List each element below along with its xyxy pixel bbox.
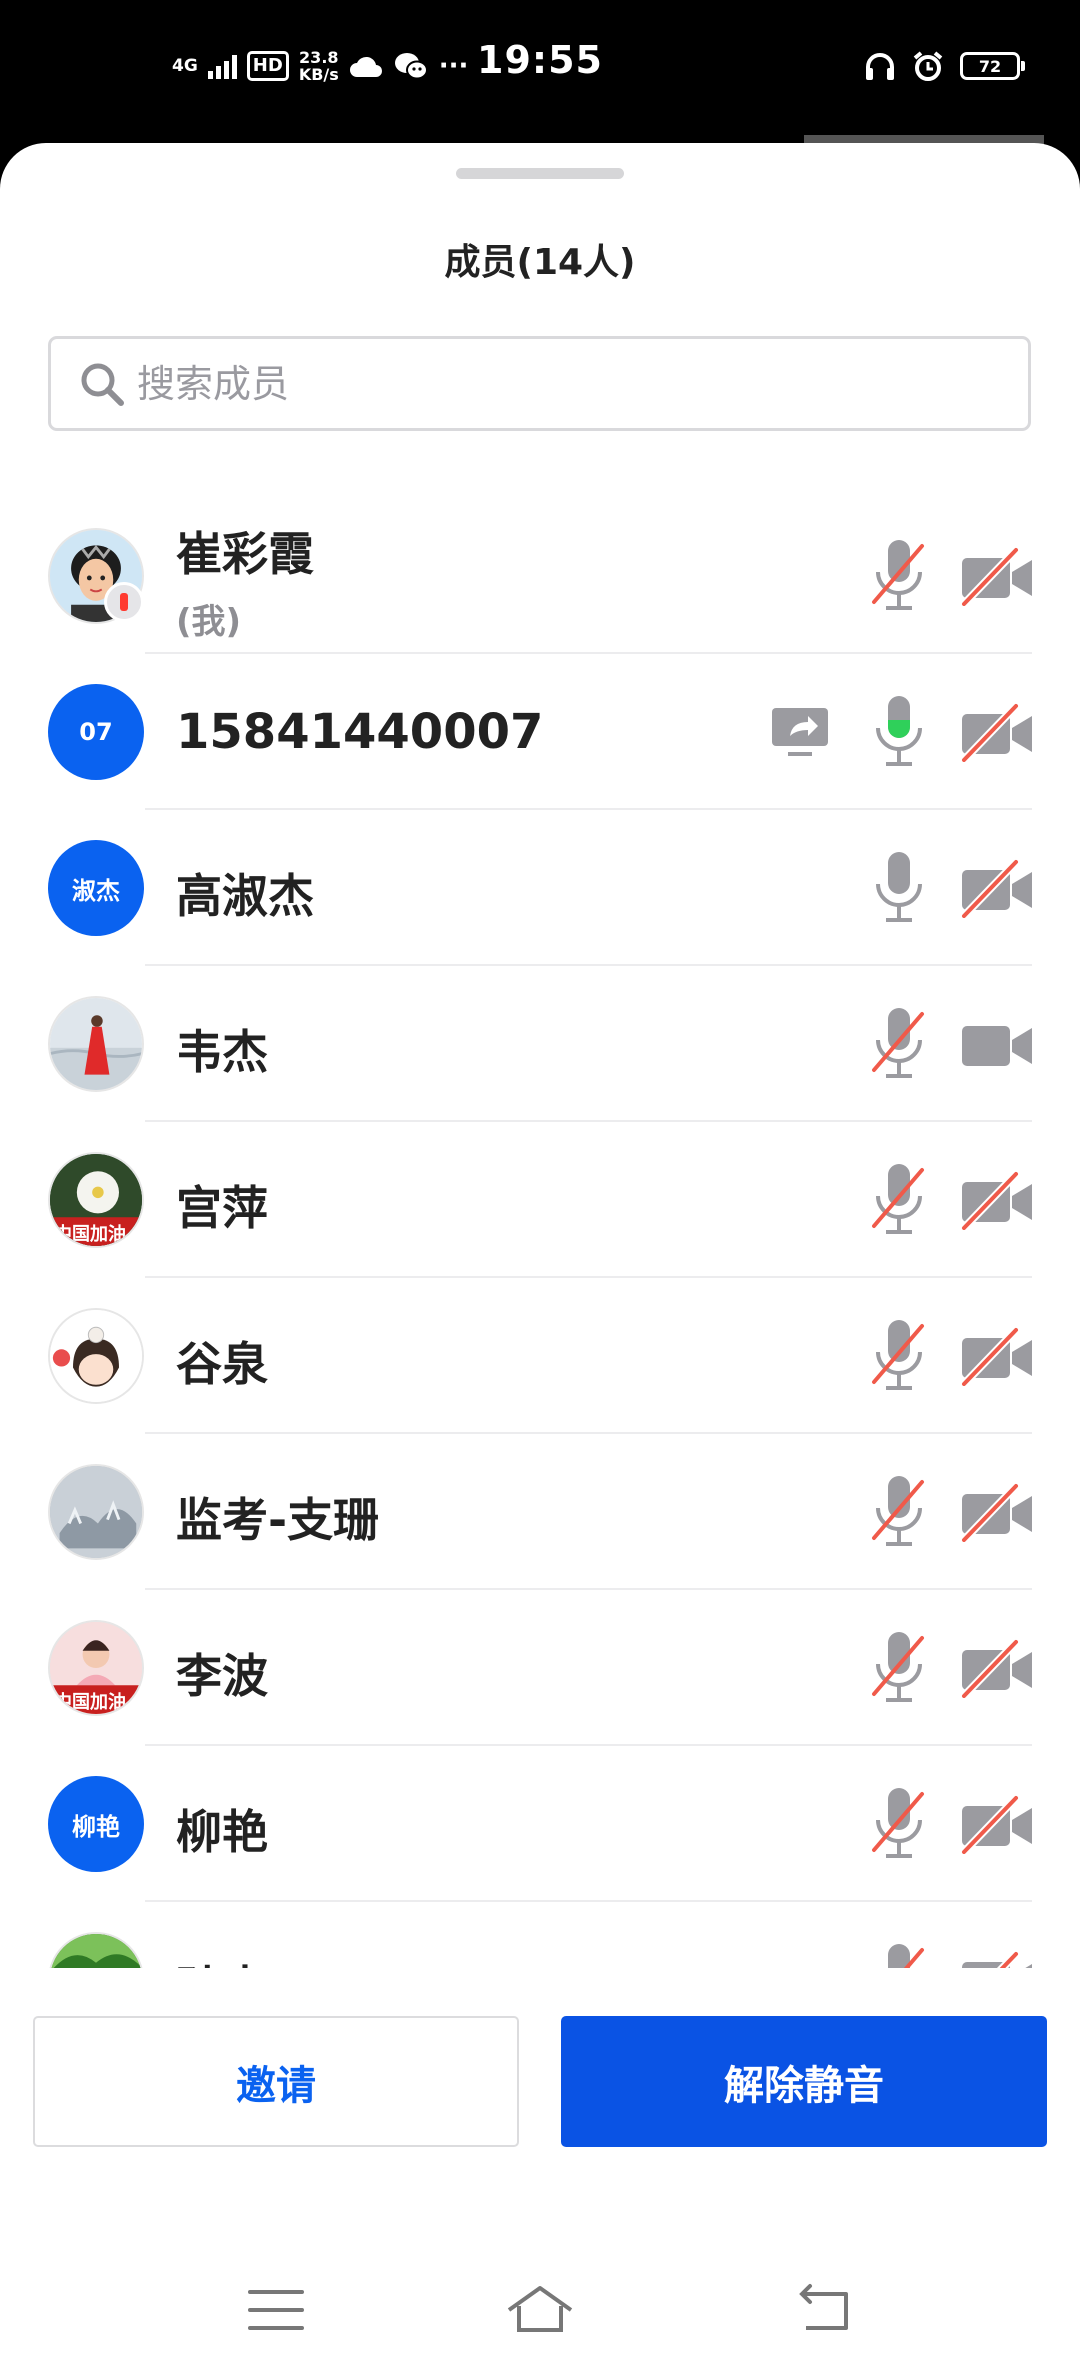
back-icon[interactable] (792, 2280, 862, 2340)
status-bar: 4G HD 23.8 KB/s ··· 19:55 72 (0, 0, 1080, 135)
camera-off-icon[interactable] (960, 858, 1034, 918)
status-right: 72 (864, 44, 1025, 88)
member-name: 15841440007 (176, 704, 544, 760)
screen-share-icon[interactable] (770, 706, 830, 760)
member-self-tag: (我) (176, 602, 242, 642)
mic-muted-icon[interactable] (870, 1160, 928, 1240)
member-row[interactable]: 柳艳 柳艳 (0, 1746, 1080, 1902)
camera-off-icon[interactable] (960, 702, 1034, 762)
mic-active-icon[interactable] (870, 692, 928, 772)
member-row[interactable]: 淑杰 高淑杰 (0, 810, 1080, 966)
search-input[interactable] (137, 361, 1028, 406)
member-row[interactable]: 监考-支珊 (0, 1434, 1080, 1590)
avatar-nature-image (50, 1934, 142, 1968)
mic-icon[interactable] (870, 848, 928, 928)
menu-icon[interactable] (244, 2280, 314, 2340)
mic-muted-icon[interactable] (870, 1472, 928, 1552)
member-name: 崔彩霞 (176, 527, 314, 581)
mic-muted-icon[interactable] (870, 1784, 928, 1864)
member-name: 韦杰 (176, 1025, 268, 1079)
avatar (48, 1464, 144, 1560)
headphones-icon (866, 53, 894, 80)
camera-on-icon[interactable] (960, 1014, 1034, 1074)
member-row[interactable]: 07 15841440007 (0, 654, 1080, 810)
member-name: 李波 (176, 1649, 268, 1703)
camera-off-icon[interactable] (960, 1326, 1034, 1386)
avatar-landscape-image (50, 1466, 142, 1558)
system-nav-bar (0, 2250, 1080, 2376)
mic-muted-icon[interactable] (870, 1004, 928, 1084)
camera-off-icon[interactable] (960, 1950, 1034, 1968)
avatar: 柳艳 (48, 1776, 144, 1872)
camera-off-icon[interactable] (960, 1170, 1034, 1230)
member-name: 谷泉 (176, 1337, 268, 1391)
avatar (48, 1932, 144, 1968)
member-row[interactable]: 韦杰 (0, 966, 1080, 1122)
drag-handle[interactable] (456, 168, 624, 179)
member-name: 监考-支珊 (176, 1493, 380, 1547)
avatar-cartoon-image (50, 1310, 142, 1402)
camera-off-icon[interactable] (960, 546, 1034, 606)
member-name: 宫萍 (176, 1181, 268, 1235)
avatar-overlay-text: 中国加油 (54, 1692, 126, 1713)
member-row[interactable]: 孙丰 (0, 1902, 1080, 1968)
member-row[interactable]: 中国加油 宫萍 (0, 1122, 1080, 1278)
invite-button[interactable]: 邀请 (33, 2016, 519, 2147)
camera-off-icon[interactable] (960, 1482, 1034, 1542)
audio-level-badge (104, 582, 144, 622)
search-box[interactable] (48, 336, 1031, 431)
avatar: 中国加油 (48, 1620, 144, 1716)
mic-muted-icon[interactable] (870, 1628, 928, 1708)
member-row[interactable]: 崔彩霞 (我) (0, 498, 1080, 654)
search-icon (81, 363, 124, 406)
member-name: 孙丰 (176, 1952, 268, 1968)
avatar (48, 1308, 144, 1404)
home-icon[interactable] (505, 2280, 575, 2340)
avatar: 07 (48, 684, 144, 780)
camera-off-icon[interactable] (960, 1794, 1034, 1854)
sheet-title: 成员(14人) (444, 242, 636, 283)
avatar-overlay-text: 中国加油 (54, 1224, 126, 1245)
alarm-icon (913, 51, 943, 81)
avatar: 中国加油 (48, 1152, 144, 1248)
battery-level: 72 (978, 56, 1002, 76)
avatar: 淑杰 (48, 840, 144, 936)
avatar (48, 996, 144, 1092)
camera-off-icon[interactable] (960, 1638, 1034, 1698)
member-row[interactable]: 谷泉 (0, 1278, 1080, 1434)
unmute-all-button[interactable]: 解除静音 (561, 2016, 1047, 2147)
avatar-photo-image (50, 998, 142, 1090)
member-name: 柳艳 (176, 1805, 268, 1859)
battery-icon: 72 (960, 52, 1025, 80)
mic-muted-icon[interactable] (870, 1940, 928, 1968)
mic-muted-icon[interactable] (870, 536, 928, 616)
member-list[interactable]: 崔彩霞 (我) 07 15841440007 淑杰 高淑杰 韦杰 中国加油 宫萍… (0, 498, 1080, 1968)
mic-muted-icon[interactable] (870, 1316, 928, 1396)
member-name: 高淑杰 (176, 869, 314, 923)
member-row[interactable]: 中国加油 李波 (0, 1590, 1080, 1746)
